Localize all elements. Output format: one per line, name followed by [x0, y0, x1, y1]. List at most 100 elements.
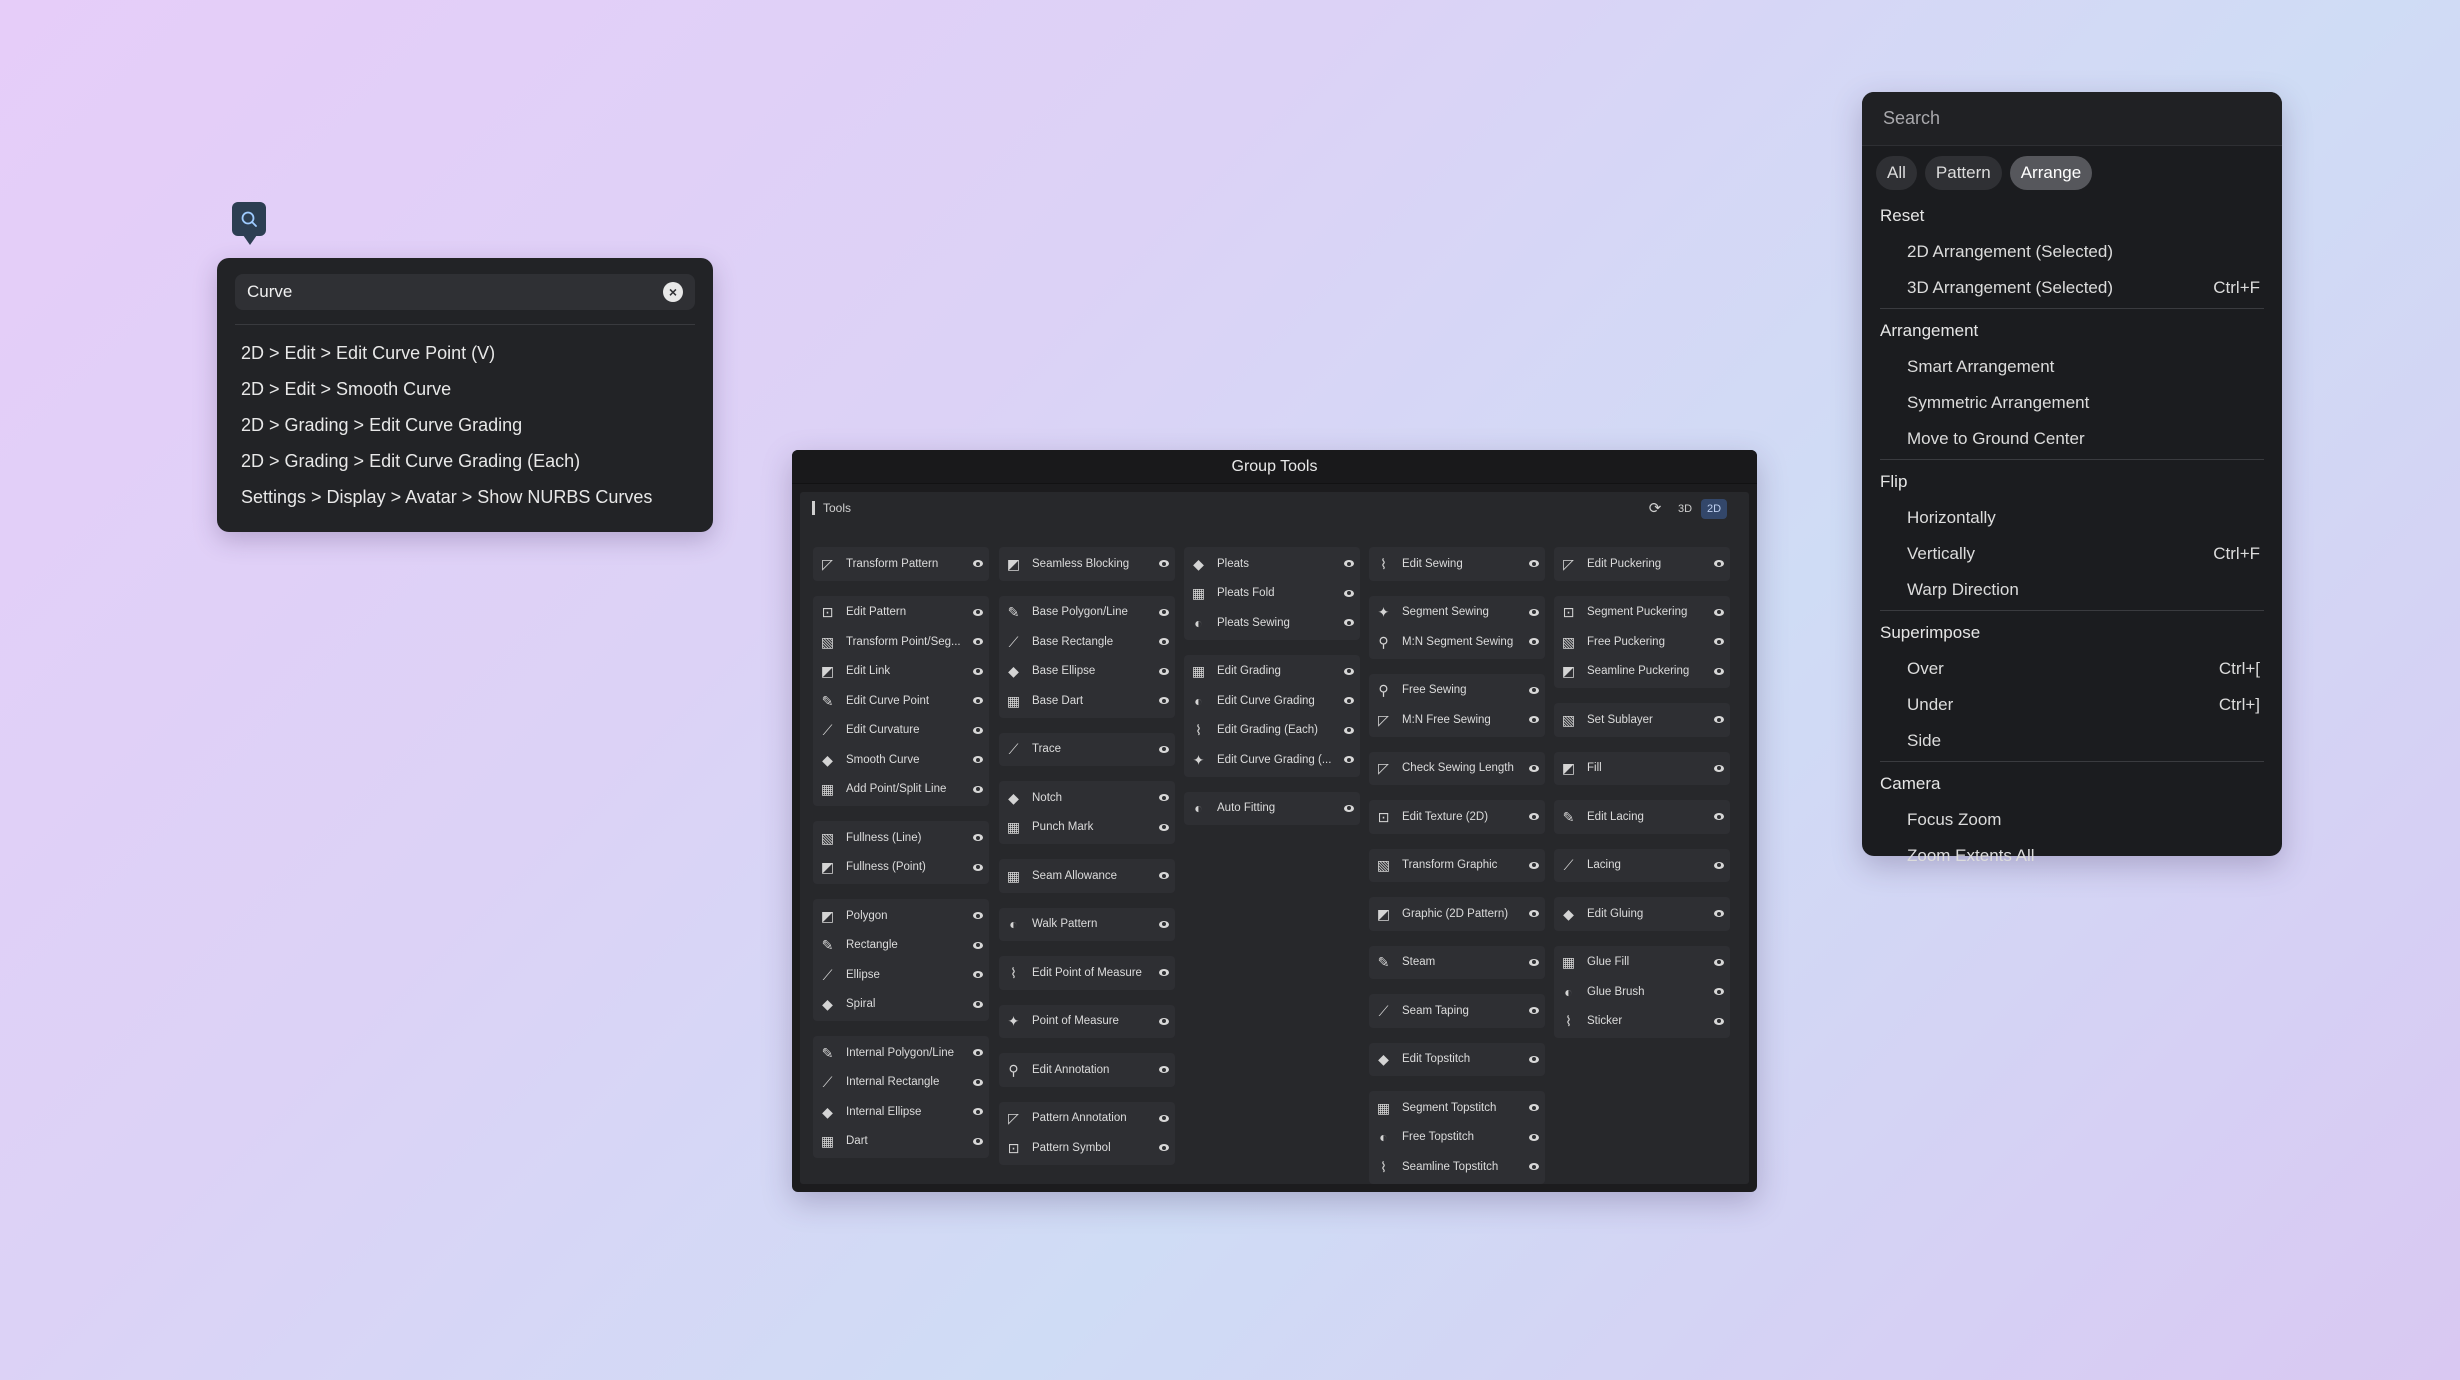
eye-icon[interactable]	[973, 785, 983, 793]
tool-item[interactable]: ✎ Edit Lacing	[1554, 802, 1730, 832]
clear-search-button[interactable]: ×	[663, 282, 683, 302]
eye-icon[interactable]	[1159, 745, 1169, 753]
tool-item[interactable]: ✎ Internal Polygon/Line	[813, 1038, 989, 1068]
eye-icon[interactable]	[1714, 560, 1724, 567]
eye-icon[interactable]	[1529, 716, 1539, 723]
eye-icon[interactable]	[1714, 910, 1724, 917]
tool-item[interactable]: ⚲ M:N Segment Sewing	[1369, 627, 1545, 657]
eye-icon[interactable]	[1159, 560, 1169, 567]
tool-item[interactable]: ◆ Smooth Curve	[813, 745, 989, 775]
tool-item[interactable]: ◆ Pleats	[1184, 549, 1360, 579]
menu-search-field[interactable]	[1862, 92, 2282, 146]
eye-icon[interactable]	[1714, 608, 1724, 616]
tool-item[interactable]: ⟋ Ellipse	[813, 960, 989, 990]
eye-icon[interactable]	[973, 834, 983, 841]
menu-item[interactable]: Vertically Ctrl+F	[1880, 536, 2264, 572]
eye-icon[interactable]	[1159, 794, 1169, 801]
eye-icon[interactable]	[1344, 697, 1354, 704]
tool-item[interactable]: ◩ Edit Link	[813, 657, 989, 687]
eye-icon[interactable]	[973, 1049, 983, 1056]
tool-item[interactable]: ◆ Spiral	[813, 990, 989, 1020]
eye-icon[interactable]	[1344, 804, 1354, 812]
tool-item[interactable]: ◩ Polygon	[813, 901, 989, 931]
menu-item[interactable]: Over Ctrl+[	[1880, 651, 2264, 687]
toggle-3d-button[interactable]: 3D	[1672, 499, 1698, 519]
eye-icon[interactable]	[1159, 1114, 1169, 1122]
eye-icon[interactable]	[1529, 1133, 1539, 1141]
tool-item[interactable]: ▦ Segment Topstitch	[1369, 1093, 1545, 1123]
menu-item[interactable]: Focus Zoom	[1880, 802, 2264, 838]
tool-item[interactable]: ▦ Base Dart	[999, 686, 1175, 716]
eye-icon[interactable]	[973, 726, 983, 734]
tool-item[interactable]: ◆ Base Ellipse	[999, 657, 1175, 687]
eye-icon[interactable]	[973, 1108, 983, 1115]
eye-icon[interactable]	[973, 560, 983, 567]
eye-icon[interactable]	[1159, 969, 1169, 976]
eye-icon[interactable]	[1529, 861, 1539, 869]
tool-item[interactable]: ⊡ Pattern Symbol	[999, 1133, 1175, 1163]
eye-icon[interactable]	[1344, 560, 1354, 567]
eye-icon[interactable]	[973, 863, 983, 871]
tool-item[interactable]: ▧ Free Puckering	[1554, 627, 1730, 657]
tool-item[interactable]: ◆ Notch	[999, 783, 1175, 813]
tool-item[interactable]: ◩ Seamline Puckering	[1554, 657, 1730, 687]
tool-item[interactable]: ⟋ Lacing	[1554, 851, 1730, 881]
eye-icon[interactable]	[1159, 1144, 1169, 1151]
tool-item[interactable]: ⚲ Edit Annotation	[999, 1055, 1175, 1085]
search-result-item[interactable]: Settings > Display > Avatar > Show NURBS…	[235, 479, 695, 515]
tool-item[interactable]: ⟋ Seam Taping	[1369, 996, 1545, 1026]
tool-item[interactable]: ▧ Set Sublayer	[1554, 705, 1730, 735]
eye-icon[interactable]	[1529, 910, 1539, 917]
eye-icon[interactable]	[973, 971, 983, 978]
tool-item[interactable]: ▦ Glue Fill	[1554, 948, 1730, 978]
tool-item[interactable]: ◐ Edit Curve Grading	[1184, 686, 1360, 716]
eye-icon[interactable]	[1714, 764, 1724, 772]
eye-icon[interactable]	[973, 1078, 983, 1086]
tool-item[interactable]: ◸ Pattern Annotation	[999, 1104, 1175, 1134]
menu-item[interactable]: Move to Ground Center	[1880, 421, 2264, 457]
tool-item[interactable]: ⌇ Edit Point of Measure	[999, 958, 1175, 988]
tool-item[interactable]: ◩ Graphic (2D Pattern)	[1369, 899, 1545, 929]
menu-item[interactable]: Zoom Extents All	[1880, 838, 2264, 874]
tool-item[interactable]: ▦ Seam Allowance	[999, 861, 1175, 891]
menu-item[interactable]: Smart Arrangement	[1880, 349, 2264, 385]
tool-item[interactable]: ✦ Segment Sewing	[1369, 598, 1545, 628]
menu-item[interactable]: Horizontally	[1880, 500, 2264, 536]
tool-item[interactable]: ▦ Dart	[813, 1127, 989, 1157]
eye-icon[interactable]	[1159, 823, 1169, 831]
menu-item[interactable]: 2D Arrangement (Selected)	[1880, 234, 2264, 270]
tool-item[interactable]: ◐ Walk Pattern	[999, 910, 1175, 940]
tool-item[interactable]: ✎ Edit Curve Point	[813, 686, 989, 716]
tool-item[interactable]: ⊡ Segment Puckering	[1554, 598, 1730, 628]
tool-item[interactable]: ◆ Edit Gluing	[1554, 899, 1730, 929]
eye-icon[interactable]	[1529, 1104, 1539, 1111]
eye-icon[interactable]	[1159, 608, 1169, 616]
eye-icon[interactable]	[1529, 1055, 1539, 1063]
eye-icon[interactable]	[1714, 988, 1724, 995]
tool-item[interactable]: ⊡ Edit Texture (2D)	[1369, 802, 1545, 832]
eye-icon[interactable]	[1714, 638, 1724, 645]
search-result-item[interactable]: 2D > Grading > Edit Curve Grading (Each)	[235, 443, 695, 479]
tool-item[interactable]: ◩ Fill	[1554, 754, 1730, 784]
eye-icon[interactable]	[1344, 619, 1354, 626]
tool-item[interactable]: ⌇ Edit Sewing	[1369, 549, 1545, 579]
filter-tab-all[interactable]: All	[1876, 156, 1917, 190]
eye-icon[interactable]	[1344, 667, 1354, 675]
tool-item[interactable]: ⚲ Free Sewing	[1369, 676, 1545, 706]
tool-item[interactable]: ⟋ Trace	[999, 735, 1175, 765]
tool-item[interactable]: ⌇ Seamline Topstitch	[1369, 1152, 1545, 1182]
refresh-icon[interactable]: ⟳	[1645, 499, 1665, 519]
menu-item[interactable]: Side	[1880, 723, 2264, 759]
eye-icon[interactable]	[1159, 1066, 1169, 1073]
eye-icon[interactable]	[973, 608, 983, 616]
tool-item[interactable]: ◐ Pleats Sewing	[1184, 608, 1360, 638]
tool-item[interactable]: ◩ Seamless Blocking	[999, 549, 1175, 579]
tool-item[interactable]: ◸ Transform Pattern	[813, 549, 989, 579]
tool-item[interactable]: ◸ M:N Free Sewing	[1369, 705, 1545, 735]
tool-item[interactable]: ▦ Edit Grading	[1184, 657, 1360, 687]
eye-icon[interactable]	[1529, 686, 1539, 694]
eye-icon[interactable]	[1529, 608, 1539, 616]
tool-item[interactable]: ✎ Steam	[1369, 948, 1545, 978]
eye-icon[interactable]	[1529, 1163, 1539, 1170]
eye-icon[interactable]	[1714, 861, 1724, 869]
